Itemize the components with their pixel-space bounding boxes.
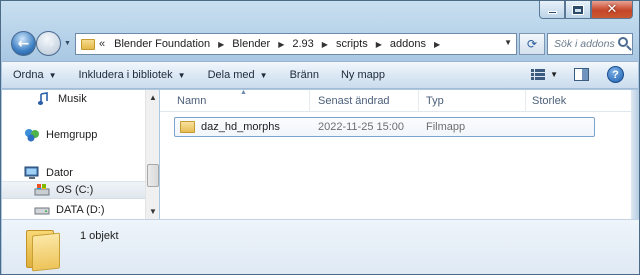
column-divider[interactable]	[525, 90, 526, 112]
sidebar-item-computer[interactable]: Dator	[2, 164, 145, 182]
navigation-pane: Musik Hemgrupp Dator OS (C:) DATA (D:)	[2, 90, 147, 219]
chevron-down-icon: ▼	[48, 70, 57, 80]
chevron-down-icon: ▼	[177, 70, 186, 80]
computer-icon	[24, 166, 40, 180]
arrow-left-icon: ←	[17, 35, 30, 52]
share-with-button[interactable]: Dela med ▼	[197, 69, 279, 81]
burn-button[interactable]: Bränn	[279, 69, 330, 81]
column-divider[interactable]	[418, 90, 419, 112]
refresh-icon: ⟳	[526, 37, 538, 51]
sidebar-item-label: Dator	[46, 167, 73, 179]
scrollbar-thumb[interactable]	[147, 164, 159, 187]
chevron-down-icon[interactable]: ▼	[550, 70, 558, 79]
command-bar: Ordna ▼ Inkludera i bibliotek ▼ Dela med ▼ …	[2, 61, 638, 89]
recent-pages-dropdown[interactable]: ▼	[64, 40, 71, 47]
sidebar-item-data-d[interactable]: DATA (D:)	[2, 201, 145, 219]
file-row[interactable]: daz_hd_morphs 2022-11-25 15:00 Filmapp	[174, 117, 595, 137]
chevron-right-icon[interactable]: ▶	[322, 40, 328, 49]
sidebar-item-label: DATA (D:)	[56, 204, 105, 216]
music-icon	[36, 92, 52, 106]
column-header-size[interactable]: Storlek	[532, 95, 566, 107]
drive-icon	[34, 203, 50, 217]
maximize-icon	[572, 4, 584, 15]
minimize-icon	[547, 11, 557, 14]
chevron-right-icon[interactable]: ▶	[434, 40, 440, 49]
column-header-row: ▲ Namn Senast ändrad Typ Storlek	[160, 89, 631, 112]
column-header-name[interactable]: Namn	[177, 95, 206, 107]
sidebar-item-label: Hemgrupp	[46, 129, 98, 141]
chevron-right-icon[interactable]: ▶	[278, 40, 284, 49]
breadcrumb-overflow[interactable]: «	[99, 38, 105, 50]
new-folder-button[interactable]: Ny mapp	[330, 69, 396, 81]
minimize-button[interactable]	[539, 1, 565, 19]
column-header-modified[interactable]: Senast ändrad	[318, 95, 390, 107]
breadcrumb-item[interactable]: Blender ▶	[229, 38, 289, 50]
organize-button[interactable]: Ordna ▼	[2, 69, 68, 81]
sidebar-item-label: OS (C:)	[56, 184, 94, 196]
folder-large-icon	[26, 228, 62, 272]
change-view-icon[interactable]	[531, 68, 546, 81]
folder-icon	[180, 121, 195, 133]
address-bar[interactable]: « Blender Foundation ▶ Blender ▶ 2.93 ▶ scr…	[75, 33, 517, 55]
column-divider[interactable]	[309, 90, 310, 112]
close-button[interactable]: ✕	[591, 1, 633, 19]
sidebar-item-label: Musik	[58, 93, 87, 105]
arrow-right-icon: →	[42, 35, 55, 52]
forward-button[interactable]: →	[36, 31, 61, 56]
chevron-down-icon: ▼	[259, 70, 268, 80]
sidebar-item-music[interactable]: Musik	[2, 90, 145, 108]
scroll-down-icon[interactable]: ▼	[149, 207, 157, 216]
breadcrumb-item[interactable]: 2.93 ▶	[289, 38, 333, 50]
breadcrumb-item[interactable]: Blender Foundation ▶	[111, 38, 229, 50]
window-edge	[631, 90, 639, 219]
sidebar-item-os-c[interactable]: OS (C:)	[2, 181, 145, 199]
column-header-type[interactable]: Typ	[426, 95, 444, 107]
file-list: ▲ Namn Senast ändrad Typ Storlek daz_hd_…	[160, 89, 631, 219]
scroll-up-icon[interactable]: ▲	[149, 93, 157, 102]
preview-pane-icon[interactable]	[574, 68, 589, 81]
homegroup-icon	[24, 128, 40, 142]
back-button[interactable]: ←	[11, 31, 36, 56]
close-icon: ✕	[606, 2, 618, 17]
folder-icon	[81, 38, 95, 50]
chevron-down-icon[interactable]: ▼	[504, 38, 512, 47]
search-placeholder: Sök i addons	[554, 38, 615, 50]
sort-ascending-icon: ▲	[240, 89, 247, 96]
refresh-button[interactable]: ⟳	[519, 33, 545, 55]
include-in-library-button[interactable]: Inkludera i bibliotek ▼	[68, 69, 197, 81]
breadcrumb-item[interactable]: addons ▶	[387, 38, 445, 50]
navigation-scrollbar[interactable]: ▲ ▼	[145, 90, 159, 219]
navigation-bar: ← → ▼ « Blender Foundation ▶ Blender ▶ 2.9…	[9, 28, 633, 58]
breadcrumb-item[interactable]: scripts ▶	[333, 38, 387, 50]
help-icon[interactable]: ?	[607, 66, 624, 83]
details-pane: 1 objekt	[2, 219, 639, 274]
maximize-button[interactable]	[565, 1, 591, 19]
file-name: daz_hd_morphs	[201, 121, 280, 133]
search-icon	[618, 37, 628, 47]
item-count: 1 objekt	[80, 230, 119, 242]
file-modified: 2022-11-25 15:00	[318, 121, 405, 133]
chevron-right-icon[interactable]: ▶	[376, 40, 382, 49]
file-type: Filmapp	[426, 121, 466, 133]
sidebar-item-homegroup[interactable]: Hemgrupp	[2, 126, 145, 144]
explorer-window: ✕ ← → ▼ « Blender Foundation ▶ Blender ▶ 2…	[0, 0, 640, 275]
caption-buttons: ✕	[539, 1, 633, 19]
chevron-right-icon[interactable]: ▶	[218, 40, 224, 49]
search-input[interactable]: Sök i addons	[547, 33, 633, 55]
drive-icon	[34, 183, 50, 197]
